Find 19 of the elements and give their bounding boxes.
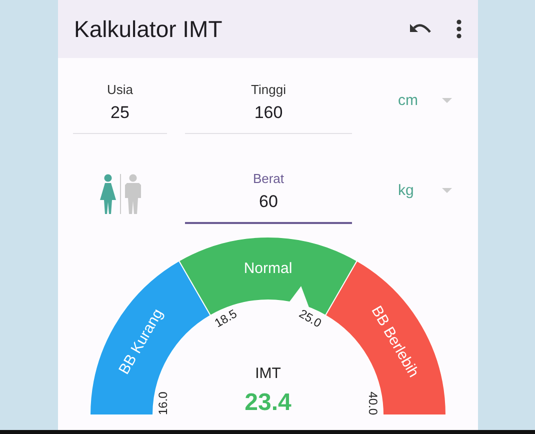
- caret-icon: [442, 98, 452, 104]
- more-options-icon[interactable]: [456, 19, 462, 39]
- tick-label: 18.5: [212, 306, 240, 330]
- field-label: Berat: [252, 170, 284, 188]
- field-label: Tinggi: [251, 81, 286, 99]
- input-field[interactable]: 25: [73, 100, 167, 134]
- field-label: Usia: [106, 81, 133, 99]
- input-field[interactable]: 160: [185, 100, 352, 134]
- female-figure-icon[interactable]: [100, 174, 116, 214]
- segment-label: Normal: [244, 260, 292, 277]
- input-field[interactable]: 60: [185, 188, 352, 224]
- gauge-pointer: [288, 286, 310, 309]
- caret-icon: [442, 188, 452, 194]
- tick-label: 16.0: [156, 392, 170, 415]
- tick-label: 25.0: [296, 306, 324, 330]
- app-title: Kalkulator IMT: [74, 14, 224, 44]
- bmi-value: 23.4: [244, 389, 292, 416]
- tick-label: 40.0: [366, 392, 380, 415]
- value-label: IMT: [255, 365, 281, 382]
